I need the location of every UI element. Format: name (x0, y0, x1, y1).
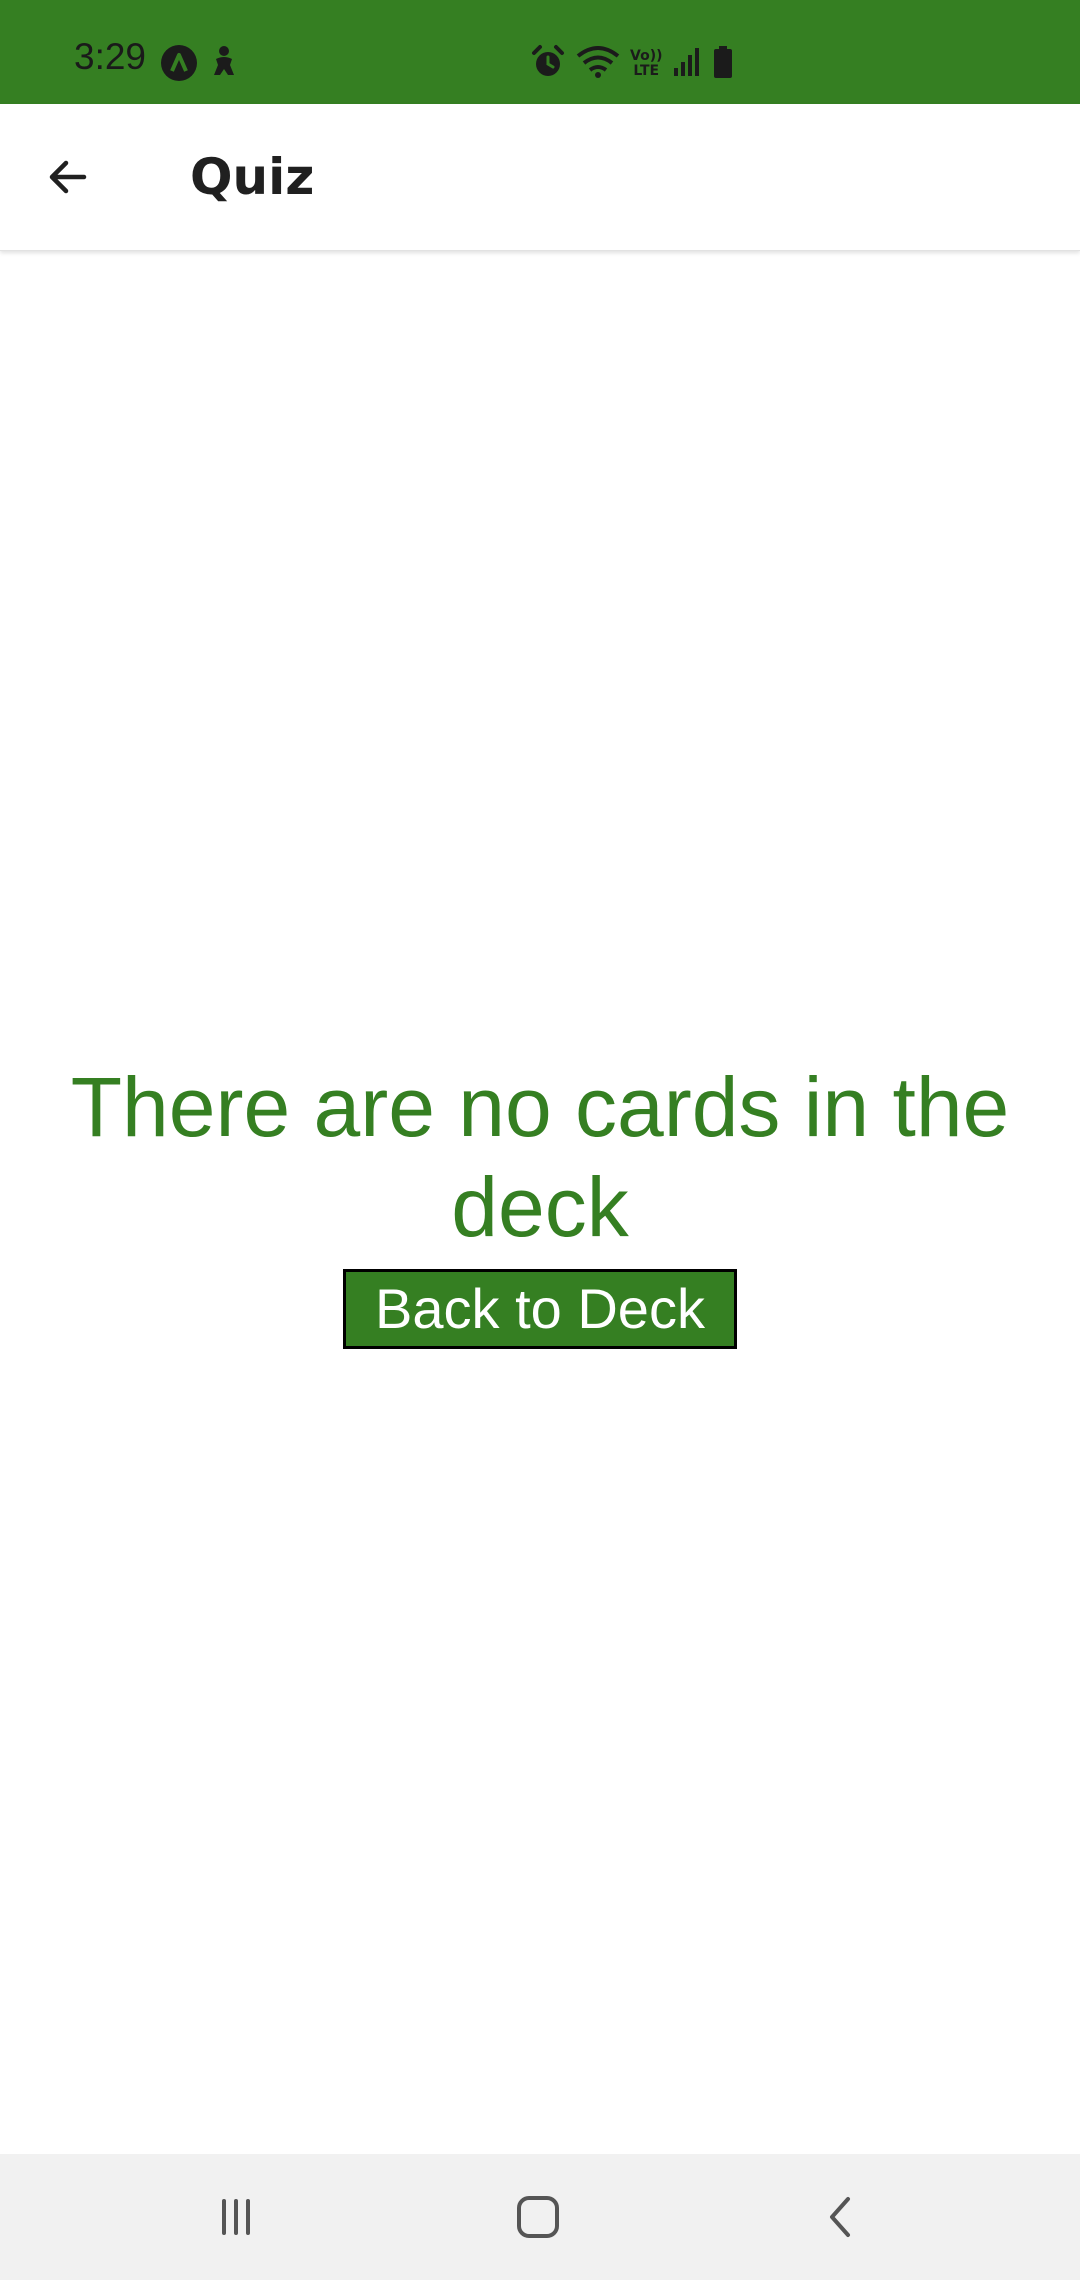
wifi-icon (576, 44, 620, 84)
home-button[interactable] (498, 2182, 578, 2252)
arrow-back-icon (49, 160, 87, 194)
volte-label-top: Vo)) (630, 48, 663, 64)
status-time: 3:29 (74, 36, 147, 77)
back-nav-button[interactable] (800, 2182, 880, 2252)
back-icon (830, 2197, 850, 2237)
page-title: Quiz (190, 148, 315, 206)
alarm-icon (530, 44, 566, 84)
app-bar: Quiz (0, 104, 1080, 251)
volte-icon: Vo)) LTE (630, 49, 662, 79)
volte-label-bottom: LTE (633, 63, 660, 79)
status-left-icons (160, 44, 240, 86)
back-to-deck-button[interactable]: Back to Deck (343, 1268, 737, 1349)
empty-deck-message: There are no cards in the deck (70, 1059, 1010, 1254)
system-nav-bar (0, 2154, 1080, 2280)
accessibility-icon (208, 45, 240, 85)
app-notification-icon (160, 44, 198, 86)
back-button[interactable] (28, 137, 108, 217)
battery-icon (712, 45, 734, 83)
recent-apps-button[interactable] (196, 2182, 276, 2252)
signal-icon (672, 46, 702, 82)
recent-apps-icon (222, 2199, 250, 2235)
status-bar: 3:29 Vo)) LTE (0, 0, 1080, 104)
home-icon (517, 2196, 559, 2238)
main-content: There are no cards in the deck Back to D… (0, 251, 1080, 2154)
status-right-icons: Vo)) LTE (530, 44, 734, 84)
